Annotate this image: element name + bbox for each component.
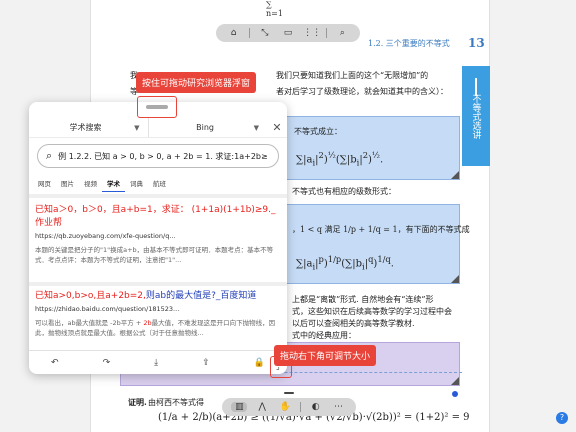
engine-selector-row: 学术搜索 ▼ Bing ▼ ✕ [29,118,287,138]
section-header: 1.2. 三个重要的不等式 [368,39,450,48]
toolbar-separator [326,28,328,38]
forward-icon[interactable]: ↷ [103,358,111,368]
bottom-toolbar: ▥ ⋀ ✋ ◐ ⋯ [222,398,356,416]
search-source-dropdown[interactable]: 学术搜索 ▼ [29,118,148,137]
more-icon[interactable]: ⋯ [331,402,347,412]
download-icon[interactable]: ⤓ [154,358,158,368]
panel-toolbar: ↶ ↷ ⤓ ⇪ 🔒 [29,350,287,374]
result-tabs: 网页 图片 视频 学术 词典 航班 [33,178,283,192]
search-icon: ⌕ [46,149,53,162]
resize-hint: 拖动右下角可调节大小 [274,345,377,366]
result-description: 可以看出，ab最大值就是 -2b平方 + 2b最大值，不难发现这是开口向下抛物线… [35,319,276,337]
tab-web[interactable]: 网页 [33,178,56,192]
lock-icon[interactable]: 🔒 [254,358,265,368]
back-icon[interactable]: ↶ [51,358,59,368]
home-icon[interactable]: ⌂ [226,28,242,38]
doc-line: 式中的经典应用： [292,331,356,340]
drag-handle[interactable] [146,105,168,109]
sum-top: ∑ n=1 [266,0,283,18]
pen-icon[interactable]: ⋀ [254,402,270,412]
doc-line: 上都是“离散”形式. 自然地会有“连续”形 [292,295,434,304]
page-icon[interactable]: ▭ [280,28,296,38]
result-description: 本题的关键是把分子的"1"换成a+b，由基本不等式即可证明．本题考点：基本不等式… [35,246,274,264]
proof-label: 证明. [128,397,147,407]
drag-hint: 按住可拖动研究浏览器浮窗 [136,72,257,93]
scroll-marker[interactable] [452,391,458,397]
chevron-down-icon: ▼ [253,123,259,132]
toolbar-separator [248,28,250,38]
research-browser-panel[interactable]: 学术搜索 ▼ Bing ▼ ✕ ⌕ 例 1.2.2. 已知 a > 0, b >… [29,102,287,374]
bottom-bar-indicator [284,392,294,394]
help-icon[interactable]: ? [556,412,568,424]
toolbar-separator [299,402,301,412]
tab-images[interactable]: 图片 [56,178,79,192]
book-icon[interactable]: ▥ [231,402,248,412]
search-source-label: 学术搜索 [69,123,102,132]
search-icon[interactable]: ⌕ [334,28,350,38]
doc-line: 以后可以查阅相关的高等数学教材. [292,319,415,328]
close-icon[interactable]: ✕ [267,121,287,134]
section-number: 13 [468,36,485,50]
doc-line: 者对后学习了级数理论，就会知道其中的含义）： [276,87,448,96]
search-query: 例 1.2.2. 已知 a > 0, b > 0, a + 2b = 1. 求证… [58,151,270,161]
search-result[interactable]: 已知a＞0，b＞0，且a+b=1，求证： (1+1a)(1+1b)≥9._作业帮… [35,204,281,265]
doc-line: 不等式也有相应的级数形式： [292,187,396,196]
search-engine-dropdown[interactable]: Bing ▼ [147,118,268,137]
formula-fragment: ∑|ai|2)½(∑|bi|2)½. [296,150,384,168]
tab-academic[interactable]: 学术 [102,178,125,192]
doc-line: 我们只要知道我们上面的这个“无限增加”的 [276,71,429,80]
tab-video[interactable]: 视频 [79,178,102,192]
side-tab[interactable]: 不等式选讲 [462,66,490,166]
search-input[interactable]: ⌕ 例 1.2.2. 已知 a > 0, b > 0, a + 2b = 1. … [37,144,279,168]
chevron-down-icon: ▼ [134,123,140,132]
app-root: ∑ n=1 1.2. 三个重要的不等式 13 不等式选讲 我 等 我们只要知道我们… [0,0,576,432]
tab-dictionary[interactable]: 词典 [125,178,148,192]
collapse-icon[interactable]: ⤡ [257,28,273,38]
proof-text: 由柯西不等式得 [148,398,204,407]
formula-fragment: ∑|ai|p)1/p(∑|bi|q)1/q. [296,254,394,272]
contrast-icon[interactable]: ◐ [308,402,324,412]
doc-line: ，1 < q 满足 1/p + 1/q = 1，有下面的不等式成 [292,225,470,234]
result-title[interactable]: 已知a>0,b>o,且a+2b=2,则ab的最大值是?_百度知道 [35,290,281,303]
doc-line: 不等式成立： [294,127,342,136]
divider [29,282,287,286]
layout-icon[interactable]: ⋮⋮ [303,28,321,38]
top-toolbar: ⌂ ⤡ ▭ ⋮⋮ ⌕ [216,24,360,42]
divider [29,194,287,198]
tab-flights[interactable]: 航班 [148,178,171,192]
doc-line: 式，这些知识在后续高等数学的学习过程中会 [292,307,452,316]
hand-icon[interactable]: ✋ [277,402,293,412]
search-engine-label: Bing [196,123,214,132]
result-url[interactable]: https://zhidao.baidu.com/question/181523… [35,305,281,313]
result-url[interactable]: https://qb.zuoyebang.com/xfe-question/q.… [35,232,281,240]
search-result[interactable]: 已知a>0,b>o,且a+2b=2,则ab的最大值是?_百度知道 https:/… [35,290,281,338]
result-title[interactable]: 已知a＞0，b＞0，且a+b=1，求证： (1+1a)(1+1b)≥9._作业帮 [35,204,281,230]
share-icon[interactable]: ⇪ [202,358,210,368]
